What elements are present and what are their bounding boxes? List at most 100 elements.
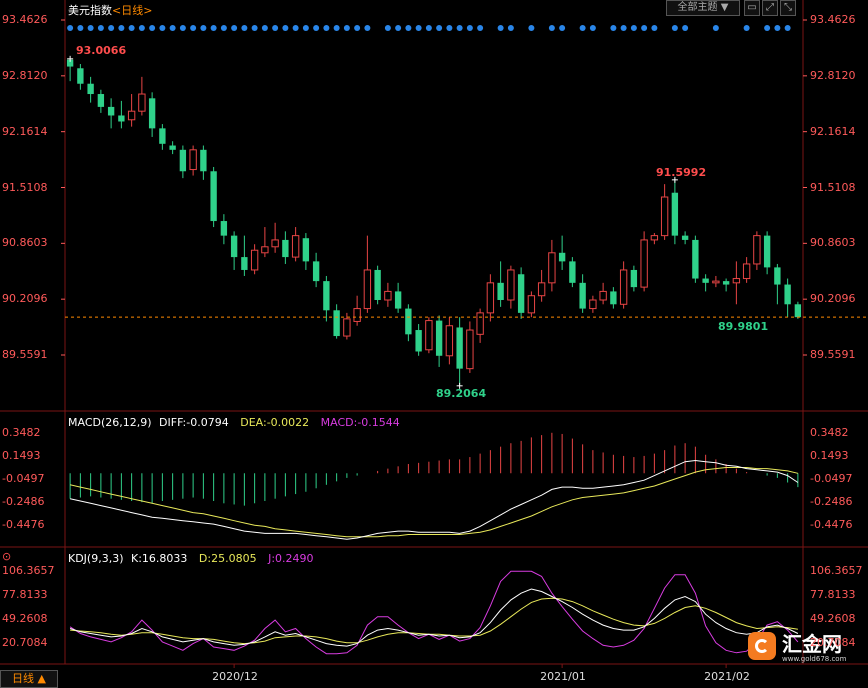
price-tick-right: 91.5108 xyxy=(810,180,856,194)
price-tick-left: 93.4626 xyxy=(2,13,48,26)
macd-tick-right: -0.4476 xyxy=(810,518,853,531)
candle-body xyxy=(497,282,504,300)
indicator-settings-icon[interactable]: ⊙ xyxy=(2,550,11,563)
event-dot xyxy=(764,25,771,31)
macd-diff-label: DIFF:-0.0794 xyxy=(159,416,229,429)
event-dot xyxy=(261,25,268,31)
chart-title: 美元指数 xyxy=(68,4,112,17)
macd-title: MACD(26,12,9) xyxy=(68,416,152,429)
event-dot xyxy=(364,25,371,31)
price-tick-left: 92.1614 xyxy=(2,124,48,138)
chevron-down-icon: ▼ xyxy=(720,2,729,13)
candle-body xyxy=(261,246,269,254)
candle-body xyxy=(323,281,330,311)
event-dot xyxy=(210,25,217,31)
event-dot xyxy=(282,25,289,31)
event-dot xyxy=(87,25,94,31)
candle-body xyxy=(333,310,340,337)
candle-body xyxy=(220,221,228,236)
candle-body xyxy=(353,308,361,322)
period-label[interactable]: <日线> xyxy=(112,4,152,17)
event-dot xyxy=(323,25,330,31)
candle-body xyxy=(507,269,515,301)
high-price-label: 93.0066 xyxy=(76,44,127,57)
event-dot xyxy=(528,25,535,31)
event-dot xyxy=(415,25,422,31)
event-dot xyxy=(241,25,248,31)
event-dot xyxy=(671,25,678,31)
candle-body xyxy=(148,98,156,129)
event-dot xyxy=(138,25,145,31)
candle-body xyxy=(569,261,576,283)
event-dot xyxy=(231,25,238,31)
kdj-k-label: K:16.8033 xyxy=(131,552,188,565)
event-dot xyxy=(97,25,104,31)
event-dot xyxy=(507,25,514,31)
candle-body xyxy=(159,128,166,144)
candle-body xyxy=(282,239,289,258)
shrink-icon[interactable]: ⤡ xyxy=(780,0,796,16)
candle-body xyxy=(476,312,484,335)
candle-body xyxy=(312,261,320,282)
candle-body xyxy=(671,192,679,236)
chart-frame xyxy=(0,0,868,668)
candle-body xyxy=(692,239,699,279)
event-dot xyxy=(272,25,279,31)
event-dot xyxy=(159,25,166,31)
candle-body xyxy=(415,330,422,352)
candle-body xyxy=(291,235,300,258)
event-dot xyxy=(405,25,412,31)
candle-body xyxy=(466,329,474,370)
kdj-tick-right: 49.2608 xyxy=(810,612,856,625)
candle-body xyxy=(127,110,136,121)
price-tick-left: 90.2096 xyxy=(2,292,48,306)
candle-body xyxy=(138,93,146,112)
candle-body xyxy=(774,267,781,285)
candle-body xyxy=(753,235,761,265)
candle-body xyxy=(271,239,279,248)
price-tick-left: 92.8120 xyxy=(2,68,48,82)
candle-series xyxy=(65,55,868,389)
candle-body xyxy=(374,269,381,300)
macd-dea-line xyxy=(69,467,799,538)
event-dot xyxy=(610,25,617,31)
candle-body xyxy=(619,269,628,305)
macd-tick-right: 0.3482 xyxy=(810,426,849,439)
restore-icon[interactable]: ▭ xyxy=(744,0,760,16)
event-dot xyxy=(641,25,648,31)
kdj-tick-left: 77.8133 xyxy=(2,588,48,601)
event-dot xyxy=(251,25,258,31)
price-tick-left: 90.8603 xyxy=(2,236,48,250)
event-dot xyxy=(651,25,658,31)
event-dot xyxy=(354,25,361,31)
event-dot xyxy=(343,25,350,31)
candle-body xyxy=(589,299,597,310)
theme-selector-button[interactable]: 全部主题 ▼ xyxy=(666,0,740,16)
macd-dea-label: DEA:-0.0022 xyxy=(240,416,310,429)
candle-body xyxy=(435,320,443,356)
candle-body xyxy=(640,239,648,288)
candle-body xyxy=(200,149,207,172)
event-dot xyxy=(384,25,391,31)
kdj-series xyxy=(69,570,799,655)
candle-body xyxy=(722,281,730,285)
kdj-j-label: J:0.2490 xyxy=(268,552,314,565)
macd-tick-left: 0.3482 xyxy=(2,426,41,439)
event-dot xyxy=(77,25,84,31)
event-dot xyxy=(169,25,176,31)
candle-body xyxy=(179,149,187,172)
event-dot xyxy=(784,25,791,31)
event-dot xyxy=(179,25,186,31)
candle-body xyxy=(97,94,105,107)
event-dot xyxy=(149,25,156,31)
date-label: 2021/02 xyxy=(704,670,750,683)
price-tick-left: 91.5108 xyxy=(2,180,48,194)
expand-icon[interactable]: ⤢ xyxy=(762,0,778,16)
candle-body xyxy=(343,318,351,337)
event-dot xyxy=(774,25,781,31)
candle-body xyxy=(302,238,310,262)
event-dot xyxy=(477,25,484,31)
low-price-label: 89.2064 xyxy=(436,387,487,400)
chart-canvas xyxy=(0,0,868,668)
period-switch-button[interactable]: 日线 ▲ xyxy=(0,670,58,688)
